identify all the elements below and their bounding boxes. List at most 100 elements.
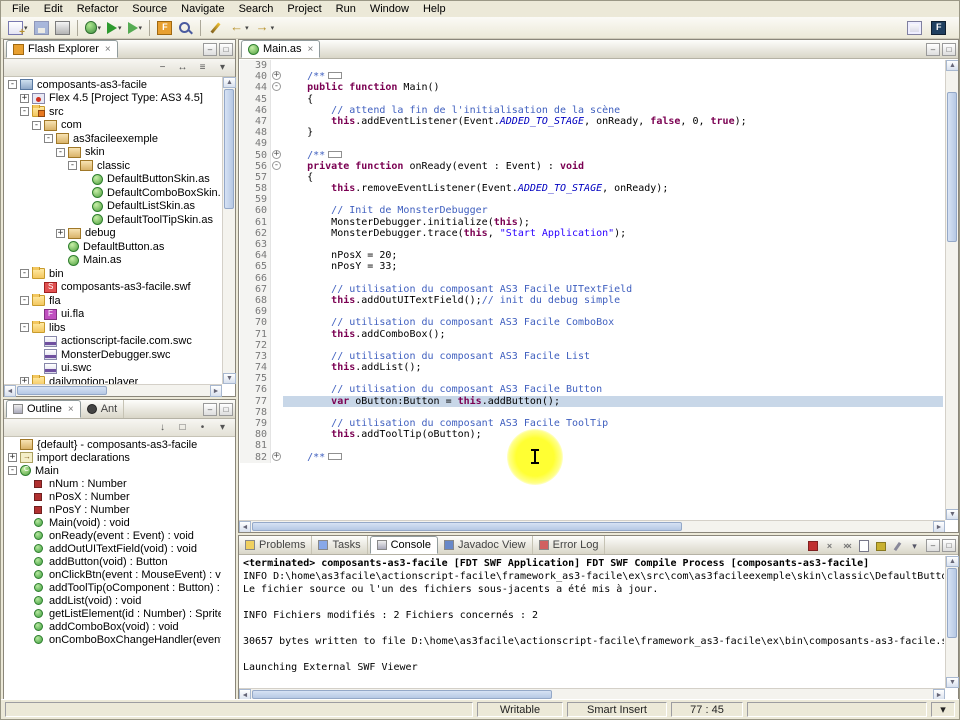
code-line[interactable]: 39 xyxy=(240,60,943,71)
dropdown-arrow-icon[interactable]: ▾ xyxy=(245,24,249,32)
explorer-horizontal-scrollbar[interactable]: ◄► xyxy=(4,384,222,396)
search-button[interactable] xyxy=(175,18,196,38)
link-with-editor-icon[interactable]: ↔ xyxy=(174,60,191,75)
terminate-icon[interactable] xyxy=(805,539,820,553)
minimize-icon[interactable]: – xyxy=(926,539,940,552)
console-vertical-scrollbar[interactable]: ▲▼ xyxy=(945,556,958,688)
code-line[interactable]: 56- private function onReady(event : Eve… xyxy=(240,161,943,172)
expand-icon[interactable]: + xyxy=(8,453,17,462)
editor-code-lines[interactable]: 3940+ /**44- public function Main()45 {4… xyxy=(240,60,943,519)
tree-item[interactable]: DefaultButton.as xyxy=(5,240,221,254)
dropdown-arrow-icon[interactable]: ▾ xyxy=(98,24,102,32)
code-line[interactable]: 82+ /** xyxy=(240,452,943,463)
tab-problems[interactable]: Problems xyxy=(239,536,312,554)
code-line[interactable]: 70 // utilisation du composant AS3 Facil… xyxy=(240,317,943,328)
filter-icon[interactable]: ≡ xyxy=(194,60,211,75)
new-flash-project-button[interactable] xyxy=(154,18,175,38)
minimize-icon[interactable]: – xyxy=(926,43,940,56)
collapse-all-icon[interactable]: − xyxy=(154,60,171,75)
print-button[interactable] xyxy=(52,18,73,38)
tree-item[interactable]: -libs xyxy=(5,321,221,335)
scrollbar-thumb[interactable] xyxy=(947,92,957,242)
new-wizard-button[interactable]: ▾ xyxy=(5,18,31,38)
tree-item[interactable]: DefaultListSkin.as xyxy=(5,200,221,214)
code-line[interactable]: 74 this.addList(); xyxy=(240,362,943,373)
tree-item[interactable]: Main.as xyxy=(5,254,221,268)
tree-item[interactable]: addOutUITextField(void) : void xyxy=(5,542,221,555)
close-icon[interactable]: × xyxy=(105,44,111,55)
tab-flash-explorer[interactable]: Flash Explorer × xyxy=(6,40,118,58)
collapse-icon[interactable]: - xyxy=(8,80,17,89)
tree-item[interactable]: -fla xyxy=(5,294,221,308)
expand-icon[interactable]: + xyxy=(20,94,29,103)
code-line[interactable]: 66 xyxy=(240,273,943,284)
tree-item[interactable]: DefaultComboBoxSkin.as xyxy=(5,186,221,200)
collapse-icon[interactable]: - xyxy=(20,296,29,305)
code-line[interactable]: 71 this.addComboBox(); xyxy=(240,329,943,340)
tree-item[interactable]: -skin xyxy=(5,146,221,160)
fold-marker-icon[interactable]: + xyxy=(270,150,283,161)
code-line[interactable]: 72 xyxy=(240,340,943,351)
maximize-icon[interactable]: □ xyxy=(942,43,956,56)
tab-outline[interactable]: Outline× xyxy=(6,400,81,418)
tree-item[interactable]: +import declarations xyxy=(5,451,221,464)
tree-item[interactable]: -classic xyxy=(5,159,221,173)
menu-file[interactable]: File xyxy=(5,2,37,16)
close-icon[interactable]: × xyxy=(68,404,74,415)
save-button[interactable] xyxy=(31,18,52,38)
forward-button[interactable]: ▾ xyxy=(252,18,278,38)
code-line[interactable]: 64 nPosX = 20; xyxy=(240,250,943,261)
menu-project[interactable]: Project xyxy=(280,2,328,16)
menu-edit[interactable]: Edit xyxy=(37,2,70,16)
scrollbar-thumb[interactable] xyxy=(947,568,957,638)
collapse-icon[interactable]: - xyxy=(8,466,17,475)
tree-item[interactable]: DefaultButtonSkin.as xyxy=(5,173,221,187)
tree-item[interactable]: addToolTip(oComponent : Button) : void xyxy=(5,581,221,594)
open-perspective-button[interactable] xyxy=(904,18,925,38)
tree-item[interactable]: composants-as3-facile.swf xyxy=(5,281,221,295)
code-line[interactable]: 75 xyxy=(240,373,943,384)
tree-item[interactable]: -as3facileexemple xyxy=(5,132,221,146)
editor-horizontal-scrollbar[interactable]: ◄► xyxy=(239,520,945,532)
tree-item[interactable]: onReady(event : Event) : void xyxy=(5,529,221,542)
menu-refactor[interactable]: Refactor xyxy=(70,2,126,16)
tab-error-log[interactable]: Error Log xyxy=(533,536,606,554)
code-line[interactable]: 48 } xyxy=(240,127,943,138)
tree-item[interactable]: nPosX : Number xyxy=(5,490,221,503)
code-line[interactable]: 58 this.removeEventListener(Event.ADDED_… xyxy=(240,183,943,194)
dropdown-arrow-icon[interactable]: ▾ xyxy=(139,24,143,32)
collapse-icon[interactable]: - xyxy=(20,269,29,278)
hide-static-members-icon[interactable]: • xyxy=(194,420,211,435)
scrollbar-thumb[interactable] xyxy=(224,89,234,209)
menu-source[interactable]: Source xyxy=(125,2,174,16)
code-line[interactable]: 61 MonsterDebugger.initialize(this); xyxy=(240,217,943,228)
maximize-icon[interactable]: □ xyxy=(219,403,233,416)
tree-item[interactable]: actionscript-facile.com.swc xyxy=(5,335,221,349)
minimize-icon[interactable]: – xyxy=(203,43,217,56)
tab-main-as[interactable]: Main.as × xyxy=(241,40,320,58)
pin-console-icon[interactable] xyxy=(890,539,905,553)
run-button[interactable]: ▾ xyxy=(104,18,125,38)
dropdown-arrow-icon[interactable]: ▾ xyxy=(271,24,275,32)
code-line[interactable]: 65 nPosY = 33; xyxy=(240,261,943,272)
tree-item[interactable]: {default} - composants-as3-facile xyxy=(5,438,221,451)
code-line[interactable]: 78 xyxy=(240,407,943,418)
tree-item[interactable]: getListElement(id : Number) : Sprite xyxy=(5,607,221,620)
code-line[interactable]: 60 // Init de MonsterDebugger xyxy=(240,205,943,216)
tab-console[interactable]: Console xyxy=(370,536,438,554)
code-line[interactable]: 81 xyxy=(240,440,943,451)
code-line[interactable]: 77 var oButton:Button = this.addButton()… xyxy=(240,396,943,407)
tree-item[interactable]: ui.fla xyxy=(5,308,221,322)
scrollbar-thumb[interactable] xyxy=(252,690,552,699)
fold-marker-icon[interactable]: + xyxy=(270,71,283,82)
collapse-icon[interactable]: - xyxy=(68,161,77,170)
tree-item[interactable]: -composants-as3-facile xyxy=(5,78,221,92)
tree-item[interactable]: addButton(void) : Button xyxy=(5,555,221,568)
code-line[interactable]: 46 // attend la fin de l'initialisation … xyxy=(240,105,943,116)
fold-marker-icon[interactable]: - xyxy=(270,161,283,172)
tree-item[interactable]: +Flex 4.5 [Project Type: AS3 4.5] xyxy=(5,92,221,106)
code-line[interactable]: 57 { xyxy=(240,172,943,183)
code-line[interactable]: 79 // utilisation du composant AS3 Facil… xyxy=(240,418,943,429)
code-line[interactable]: 69 xyxy=(240,306,943,317)
hide-fields-icon[interactable]: □ xyxy=(174,420,191,435)
